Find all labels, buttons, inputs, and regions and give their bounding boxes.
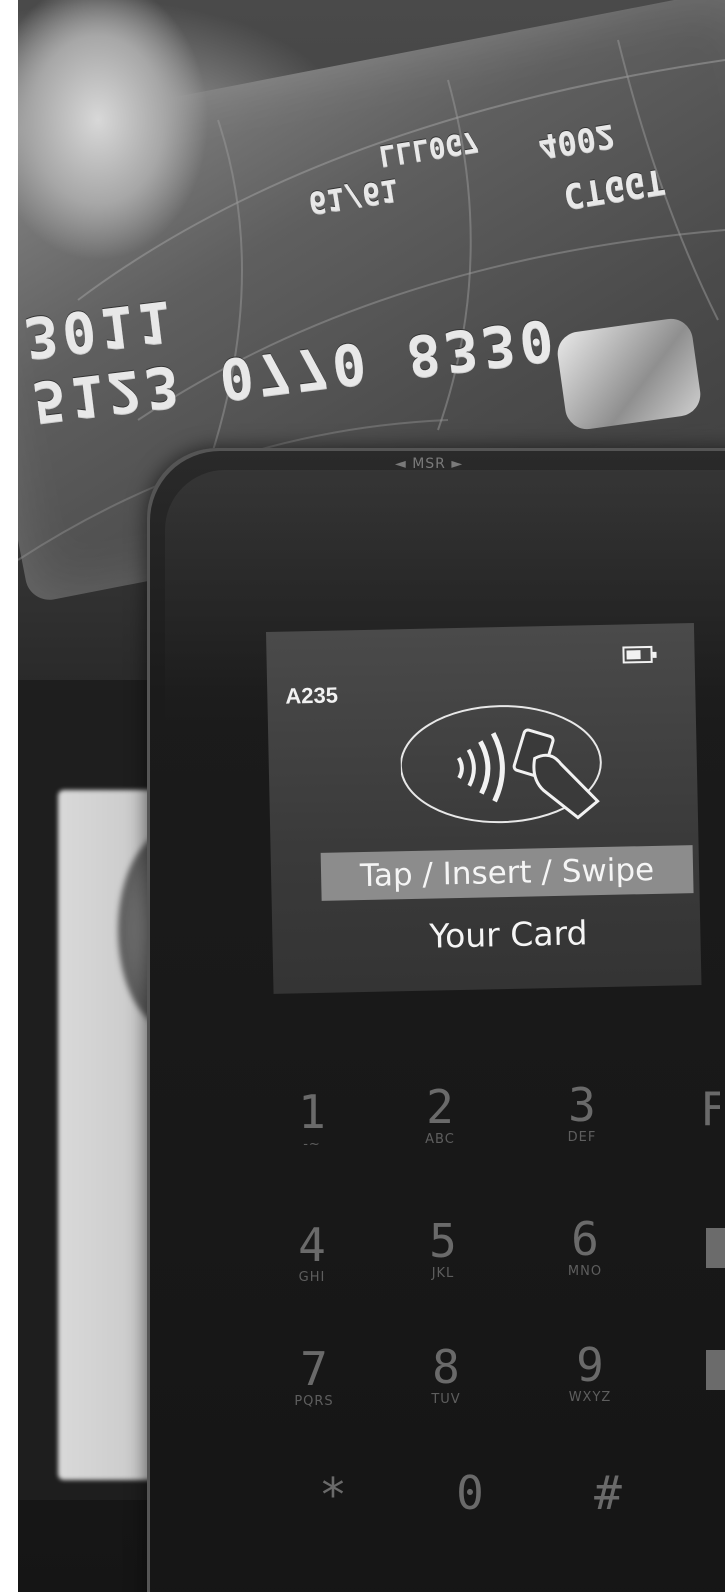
- key-digit: 3: [568, 1078, 596, 1132]
- key-letters: -~: [303, 1137, 321, 1152]
- instruction-line-2: Your Card: [428, 913, 588, 956]
- key-hash[interactable]: #: [558, 1466, 658, 1566]
- key-digit: 6: [571, 1212, 599, 1266]
- key-digit: 1: [298, 1085, 326, 1139]
- key-letters: PQRS: [294, 1394, 334, 1409]
- key-0[interactable]: 0: [420, 1466, 520, 1566]
- key-digit: 0: [456, 1466, 484, 1520]
- key-2[interactable]: 2 ABC: [390, 1080, 490, 1180]
- hand-holding-card: [18, 0, 208, 270]
- key-digit: #: [594, 1466, 622, 1520]
- key-9[interactable]: 9 WXYZ: [540, 1338, 640, 1438]
- key-letters: DEF: [567, 1130, 597, 1145]
- key-letters: GHI: [298, 1270, 326, 1285]
- key-letters: TUV: [431, 1392, 461, 1407]
- key-4[interactable]: 4 GHI: [262, 1218, 362, 1318]
- key-1[interactable]: 1 -~: [262, 1085, 362, 1185]
- instruction-line-1: Tap / Insert / Swipe: [359, 851, 655, 895]
- key-3[interactable]: 3 DEF: [532, 1078, 632, 1178]
- key-digit: 2: [426, 1080, 454, 1134]
- terminal-screen: A235 Tap / Insert / Swipe Your Card: [266, 623, 702, 994]
- key-digit: 7: [300, 1342, 328, 1396]
- key-8[interactable]: 8 TUV: [396, 1340, 496, 1440]
- msr-slot-label: ◄ MSR ►: [395, 456, 464, 472]
- key-digit: 8: [432, 1340, 460, 1394]
- key-digit: 4: [298, 1218, 326, 1272]
- key-7[interactable]: 7 PQRS: [264, 1342, 364, 1442]
- card-chip: [554, 316, 704, 432]
- key-letters: MNO: [567, 1264, 603, 1279]
- battery-icon: [622, 645, 653, 664]
- key-6[interactable]: 6 MNO: [535, 1212, 635, 1312]
- key-letters: JKL: [431, 1266, 455, 1281]
- key-5[interactable]: 5 JKL: [393, 1214, 493, 1314]
- key-star[interactable]: *: [283, 1468, 383, 1568]
- key-digit: 9: [576, 1338, 604, 1392]
- terminal-code: A235: [285, 682, 339, 709]
- contactless-payment-icon: [399, 705, 602, 824]
- left-margin: [0, 0, 18, 1592]
- key-letters: ABC: [425, 1132, 455, 1147]
- key-letters: WXYZ: [568, 1390, 612, 1405]
- pos-terminal-photo: 5123 0770 8330 3011 61/61 LLL0G7 4002 CT…: [0, 0, 725, 1592]
- key-digit: 5: [429, 1214, 457, 1268]
- key-digit: *: [319, 1468, 347, 1522]
